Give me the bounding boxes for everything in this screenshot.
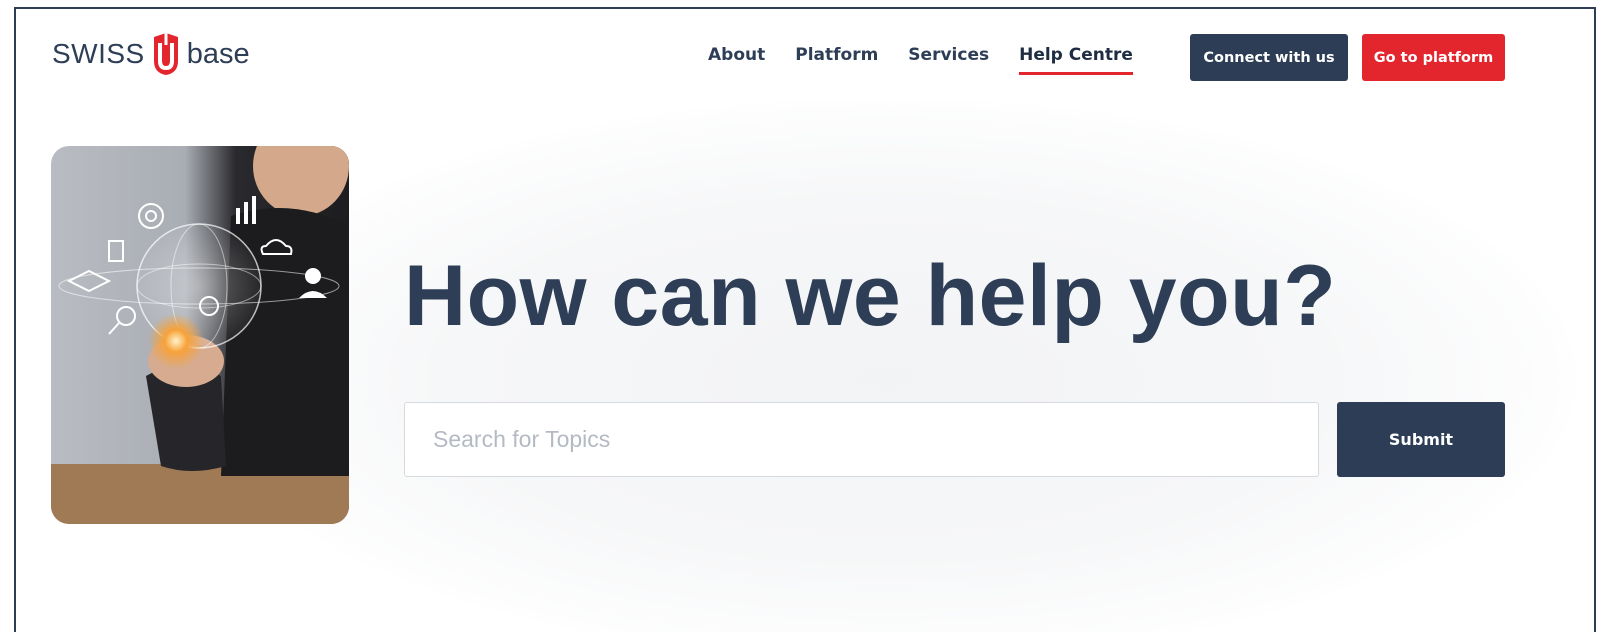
logo-text-swiss: SWISS [52,38,145,69]
nav-help-centre[interactable]: Help Centre [1019,45,1133,75]
nav-platform[interactable]: Platform [795,45,878,71]
nav-services[interactable]: Services [908,45,989,71]
connect-with-us-button[interactable]: Connect with us [1190,34,1348,81]
main-nav: About Platform Services Help Centre [708,45,1163,75]
search-input[interactable] [404,402,1319,477]
hero-illustration [51,146,349,524]
page-frame: SWISS base About Platform Services Help … [14,7,1596,632]
nav-about[interactable]: About [708,45,765,71]
page-headline: How can we help you? [404,248,1337,344]
shield-logo-icon [153,33,178,75]
background-glow [196,99,1576,632]
submit-button[interactable]: Submit [1337,402,1505,477]
logo-text-base: base [186,37,250,70]
hand-holding-globe-photo [51,146,349,524]
swissbase-logo[interactable]: SWISS base [52,31,250,77]
go-to-platform-button[interactable]: Go to platform [1362,34,1505,81]
